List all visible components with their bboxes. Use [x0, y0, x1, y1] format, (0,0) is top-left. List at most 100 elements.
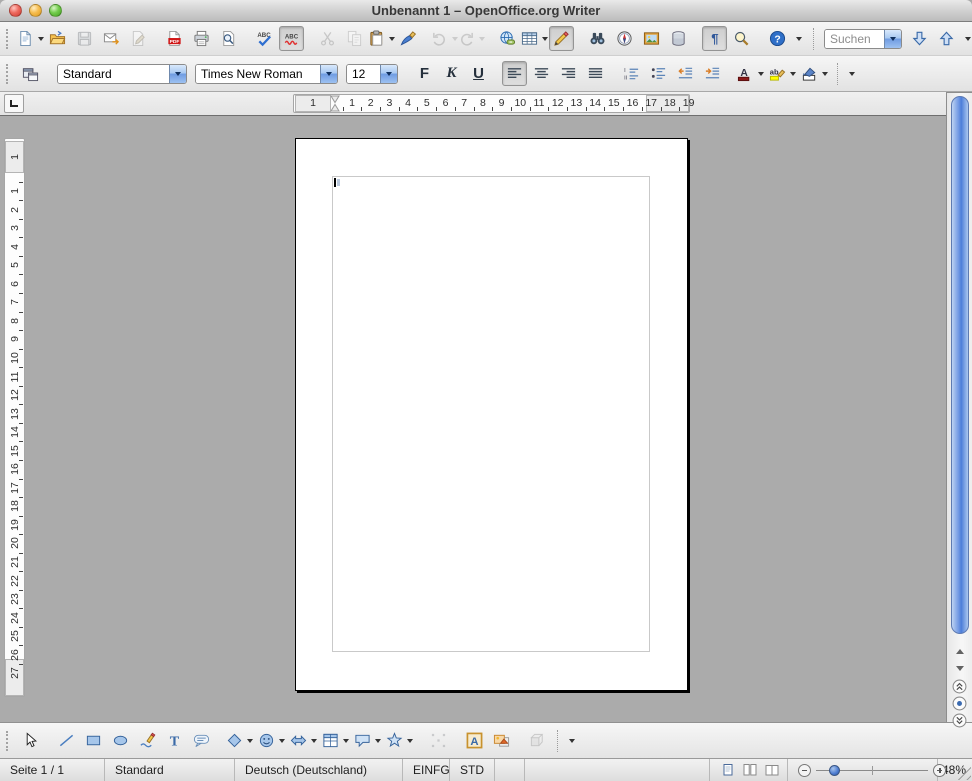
print-button[interactable] — [189, 26, 214, 51]
hyperlink-button[interactable] — [495, 26, 520, 51]
formatting-marks-toggle[interactable]: ¶ — [702, 26, 727, 51]
font-name-combobox-field[interactable] — [196, 65, 320, 83]
basic-shapes-button[interactable] — [225, 728, 255, 753]
vertical-ruler[interactable]: 1123456789101112131415161718192021222324… — [4, 138, 25, 697]
symbol-shapes-button[interactable] — [257, 728, 287, 753]
block-arrows-button[interactable] — [289, 728, 319, 753]
spellcheck-button[interactable]: ABC — [252, 26, 277, 51]
decrease-indent-button[interactable] — [673, 61, 698, 86]
align-left-button[interactable] — [502, 61, 527, 86]
search-combobox[interactable] — [824, 29, 902, 49]
email-document-button[interactable] — [99, 26, 124, 51]
font-color-button-dropdown[interactable] — [757, 62, 765, 85]
stars-button-dropdown[interactable] — [406, 729, 414, 752]
export-pdf-button[interactable]: PDF — [162, 26, 187, 51]
toolbar-drag-handle[interactable] — [6, 64, 12, 84]
block-arrows-button-dropdown[interactable] — [310, 729, 318, 752]
toolbar-drag-handle[interactable] — [6, 29, 12, 49]
toolbar-more-button[interactable] — [961, 26, 972, 51]
callout-button[interactable] — [189, 728, 214, 753]
font-color-button[interactable]: A — [736, 61, 766, 86]
navigator-button[interactable] — [612, 26, 637, 51]
search-combobox-field[interactable] — [825, 30, 884, 48]
gallery-button[interactable] — [639, 26, 664, 51]
help-button[interactable]: ? — [765, 26, 790, 51]
fontwork-gallery-button[interactable]: A — [462, 728, 487, 753]
indent-marker[interactable] — [330, 95, 340, 112]
auto-spellcheck-toggle[interactable]: ABC — [279, 26, 304, 51]
find-previous-button[interactable] — [934, 26, 959, 51]
document-page[interactable] — [295, 138, 688, 691]
font-size-combobox[interactable] — [346, 64, 398, 84]
previous-page-button[interactable] — [952, 679, 967, 694]
tab-stop-selector[interactable] — [4, 94, 24, 113]
paragraph-style-combobox[interactable] — [57, 64, 187, 84]
paragraph-style-combobox-arrow[interactable] — [169, 65, 186, 83]
basic-shapes-button-dropdown[interactable] — [246, 729, 254, 752]
font-name-combobox-arrow[interactable] — [320, 65, 337, 83]
font-name-combobox[interactable] — [195, 64, 338, 84]
toolbar-more-button[interactable] — [792, 26, 806, 51]
page-preview-button[interactable] — [216, 26, 241, 51]
justify-button[interactable] — [583, 61, 608, 86]
zoom-in-icon[interactable] — [933, 764, 946, 777]
numbered-list-button[interactable]: III — [619, 61, 644, 86]
zoom-slider-thumb[interactable] — [829, 765, 840, 776]
insert-table-button-dropdown[interactable] — [541, 27, 549, 50]
align-center-button[interactable] — [529, 61, 554, 86]
view-book-button[interactable] — [764, 763, 780, 778]
scroll-up-button[interactable] — [953, 645, 967, 659]
flowchart-button[interactable] — [321, 728, 351, 753]
highlighting-button[interactable]: ab — [768, 61, 798, 86]
next-page-button[interactable] — [952, 713, 967, 728]
zoom-button[interactable] — [49, 4, 62, 17]
increase-indent-button[interactable] — [700, 61, 725, 86]
zoom-out-icon[interactable] — [798, 764, 811, 777]
align-right-button[interactable] — [556, 61, 581, 86]
title-bar[interactable]: Unbenannt 1 – OpenOffice.org Writer — [0, 0, 972, 22]
paste-button[interactable] — [369, 26, 394, 51]
status-insert-mode[interactable]: EINFG — [403, 759, 450, 781]
flowchart-button-dropdown[interactable] — [342, 729, 350, 752]
bullet-list-button[interactable] — [646, 61, 671, 86]
background-color-button[interactable] — [800, 61, 830, 86]
text-box-button[interactable]: T — [162, 728, 187, 753]
toolbar-more-button[interactable] — [845, 61, 859, 86]
view-single-page-button[interactable] — [720, 763, 736, 778]
format-paintbrush-button[interactable] — [396, 26, 421, 51]
view-multiple-pages-button[interactable] — [742, 763, 758, 778]
navigation-button[interactable] — [952, 696, 967, 711]
data-sources-button[interactable] — [666, 26, 691, 51]
search-combobox-arrow[interactable] — [884, 30, 901, 48]
underline-button[interactable]: U — [466, 61, 491, 86]
zoom-button-toolbar[interactable] — [729, 26, 754, 51]
font-size-combobox-arrow[interactable] — [380, 65, 397, 83]
zoom-slider[interactable] — [798, 764, 946, 777]
status-language[interactable]: Deutsch (Deutschland) — [235, 759, 403, 781]
callout-shapes-button[interactable] — [353, 728, 383, 753]
redo-button-dropdown[interactable] — [478, 27, 486, 50]
new-document-button-dropdown[interactable] — [37, 27, 45, 50]
scrollbar-thumb[interactable] — [951, 96, 969, 634]
open-button[interactable] — [45, 26, 70, 51]
draw-functions-toggle[interactable] — [549, 26, 574, 51]
horizontal-ruler[interactable]: 112345678910111213141516171819 — [293, 94, 690, 113]
toolbar-drag-handle[interactable] — [6, 731, 12, 751]
bold-button[interactable]: F — [412, 61, 437, 86]
styles-window-button[interactable] — [18, 61, 43, 86]
status-page[interactable]: Seite 1 / 1 — [0, 759, 105, 781]
symbol-shapes-button-dropdown[interactable] — [278, 729, 286, 752]
zoom-slider-track[interactable] — [816, 770, 928, 771]
font-size-combobox-field[interactable] — [347, 65, 380, 83]
resize-grip[interactable] — [958, 767, 971, 780]
paste-button-dropdown[interactable] — [388, 27, 396, 50]
paragraph-style-combobox-field[interactable] — [58, 65, 169, 83]
minimize-button[interactable] — [29, 4, 42, 17]
picture-from-file-button[interactable] — [489, 728, 514, 753]
background-color-button-dropdown[interactable] — [821, 62, 829, 85]
scroll-down-button[interactable] — [953, 661, 967, 675]
find-next-button[interactable] — [907, 26, 932, 51]
highlighting-button-dropdown[interactable] — [789, 62, 797, 85]
stars-button[interactable] — [385, 728, 415, 753]
toolbar-more-button[interactable] — [565, 728, 579, 753]
